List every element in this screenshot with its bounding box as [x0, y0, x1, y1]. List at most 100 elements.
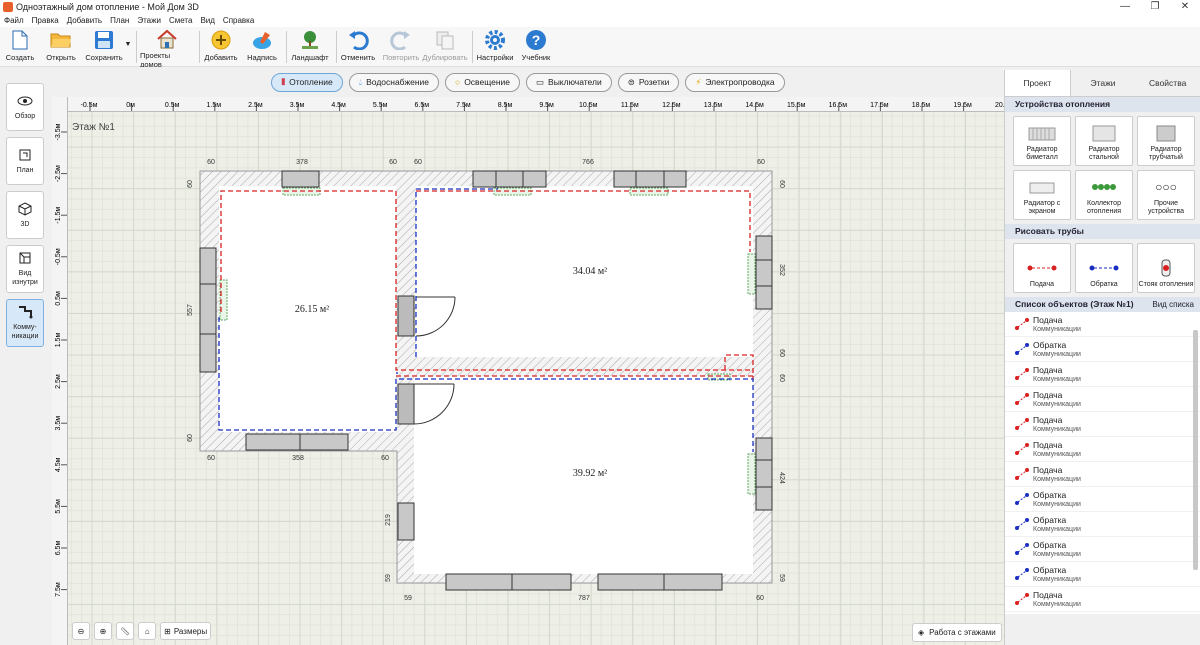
return-pipe-button[interactable]: Обратка — [1075, 243, 1133, 293]
tutorial-button[interactable]: ? Учебник — [518, 29, 554, 65]
supply-pipe-button[interactable]: Подача — [1013, 243, 1071, 293]
tab-sockets[interactable]: ⊜ Розетки — [617, 72, 680, 92]
maximize-button[interactable]: ❐ — [1140, 0, 1170, 14]
svg-text:60: 60 — [207, 455, 215, 462]
tab-properties[interactable]: Свойства — [1135, 70, 1200, 96]
zoom-in-button[interactable]: ⊕ — [94, 622, 112, 640]
settings-button[interactable]: Настройки — [476, 29, 514, 65]
item-name: Обратка — [1033, 489, 1067, 500]
tab-water[interactable]: 💧︎ Водоснабжение — [348, 72, 440, 92]
ruler-label: 0.5м — [55, 291, 62, 306]
radiator-icon — [1089, 122, 1119, 144]
riser-button[interactable]: Стояк отопления — [1137, 243, 1195, 293]
menu-view[interactable]: Вид — [196, 14, 218, 27]
open-button[interactable]: Открыть — [45, 29, 77, 65]
menu-add[interactable]: Добавить — [63, 14, 106, 27]
view-mode-bar: Обзор План 3D Вид изнутри Комму-никации — [0, 67, 52, 645]
more-icon: ○○○ — [1155, 180, 1177, 194]
device-collector[interactable]: Коллектор отопления — [1075, 170, 1133, 220]
ruler-label: 7.5м — [55, 582, 62, 597]
menu-file[interactable]: Файл — [0, 14, 28, 27]
menu-plan[interactable]: План — [106, 14, 133, 27]
ruler-label: -1.5м — [55, 207, 62, 224]
tab-heating[interactable]: ⦀ Отопление — [271, 72, 343, 92]
list-item[interactable]: ПодачаКоммуникации — [1005, 387, 1200, 412]
tab-floors[interactable]: Этажи — [1071, 70, 1136, 96]
list-item[interactable]: Обратка Коммуникации — [1005, 537, 1200, 562]
device-steel-radiator[interactable]: Радиатор стальной — [1075, 116, 1133, 166]
ruler-label: 3.5м — [55, 416, 62, 431]
title-bar: Одноэтажный дом отопление - Мой Дом 3D —… — [0, 0, 1200, 14]
device-other[interactable]: ○○○ Прочие устройства — [1137, 170, 1195, 220]
cube-icon — [17, 201, 33, 216]
tab-wiring[interactable]: ⚡︎ Электропроводка — [685, 72, 785, 92]
list-item[interactable]: ПодачаКоммуникации — [1005, 587, 1200, 612]
list-item[interactable]: ПодачаКоммуникации — [1005, 362, 1200, 387]
list-item[interactable]: Обратка Коммуникации — [1005, 487, 1200, 512]
list-item[interactable]: Обратка Коммуникации — [1005, 337, 1200, 362]
list-item[interactable]: Обратка Коммуникации — [1005, 562, 1200, 587]
home-button[interactable]: ⌂ — [138, 622, 157, 640]
list-item[interactable]: ПодачаКоммуникации — [1005, 312, 1200, 337]
list-scrollbar[interactable] — [1193, 330, 1198, 570]
list-view-button[interactable]: Вид списка — [1152, 297, 1194, 312]
landscape-button[interactable]: Ландшафт — [290, 29, 330, 65]
eye-icon — [17, 94, 33, 108]
add-button[interactable]: Добавить — [204, 29, 238, 65]
list-item[interactable]: ПодачаКоммуникации — [1005, 462, 1200, 487]
list-item[interactable]: Обратка Коммуникации — [1005, 512, 1200, 537]
view-3d-button[interactable]: 3D — [6, 191, 44, 239]
ruler-label: 1.5м — [207, 102, 222, 109]
device-bimetal-radiator[interactable]: Радиатор биметалл — [1013, 116, 1071, 166]
close-button[interactable]: ✕ — [1170, 0, 1200, 14]
measure-button[interactable]: 📏︎ — [116, 622, 135, 640]
plan-canvas[interactable]: Этаж №1 26.15 м² 34.04 м² 39.92 м² 60 37… — [68, 112, 1004, 645]
label-button[interactable]: Надпись — [244, 29, 280, 65]
duplicate-button[interactable]: Дублировать — [422, 29, 468, 65]
tab-lighting[interactable]: ○ Освещение — [445, 72, 520, 92]
save-dropdown-arrow[interactable]: ▼ — [124, 29, 132, 65]
communications-button[interactable]: Комму-никации — [6, 299, 44, 347]
ruler-label: 5.5м — [373, 102, 388, 109]
plan-button[interactable]: План — [6, 137, 44, 185]
ruler-label: 2.5м — [55, 374, 62, 389]
house-projects-button[interactable]: Проекты домов — [140, 29, 194, 69]
list-item[interactable]: ПодачаКоммуникации — [1005, 612, 1200, 614]
menu-estimate[interactable]: Смета — [165, 14, 196, 27]
app-icon — [3, 2, 13, 12]
plan-icon — [17, 148, 33, 162]
device-tube-radiator[interactable]: Радиатор трубчатый — [1137, 116, 1195, 166]
item-name: Обратка — [1033, 514, 1067, 525]
menu-floors[interactable]: Этажи — [133, 14, 165, 27]
create-button[interactable]: Создать — [5, 29, 35, 65]
pipe-icon — [1015, 568, 1029, 580]
tab-switches[interactable]: ▭ Выключатели — [526, 72, 612, 92]
floors-work-button[interactable]: ◈ Работа с этажами — [912, 623, 1002, 642]
inside-view-button[interactable]: Вид изнутри — [6, 245, 44, 293]
save-button[interactable]: Сохранить — [84, 29, 124, 65]
ruler-label: 18.5м — [912, 102, 931, 109]
tab-project[interactable]: Проект — [1005, 70, 1071, 96]
svg-text:60: 60 — [187, 434, 194, 442]
overview-button[interactable]: Обзор — [6, 83, 44, 131]
object-list[interactable]: Подача Коммуникации Обратка Коммуникации Под… — [1005, 312, 1200, 614]
menu-help[interactable]: Справка — [219, 14, 258, 27]
minimize-button[interactable]: — — [1110, 0, 1140, 14]
svg-text:?: ? — [532, 32, 541, 48]
svg-text:60: 60 — [778, 374, 785, 382]
return-pipe-icon — [1089, 257, 1119, 279]
list-item[interactable]: ПодачаКоммуникации — [1005, 412, 1200, 437]
item-category: Коммуникации — [1033, 525, 1081, 533]
redo-button[interactable]: Повторить — [381, 29, 421, 65]
zoom-out-button[interactable]: ⊖ — [72, 622, 90, 640]
undo-button[interactable]: Отменить — [340, 29, 376, 65]
draw-pipes-header: Рисовать трубы — [1005, 224, 1200, 239]
device-screen-radiator[interactable]: Радиатор с экраном — [1013, 170, 1071, 220]
sizes-button[interactable]: ⊞ Размеры — [160, 622, 212, 640]
item-name: Подача — [1033, 439, 1063, 450]
menu-edit[interactable]: Правка — [28, 14, 63, 27]
list-item[interactable]: ПодачаКоммуникации — [1005, 437, 1200, 462]
water-drop-icon: 💧︎ — [358, 76, 363, 87]
ruler-label: 1.5м — [55, 333, 62, 348]
svg-text:60: 60 — [381, 455, 389, 462]
